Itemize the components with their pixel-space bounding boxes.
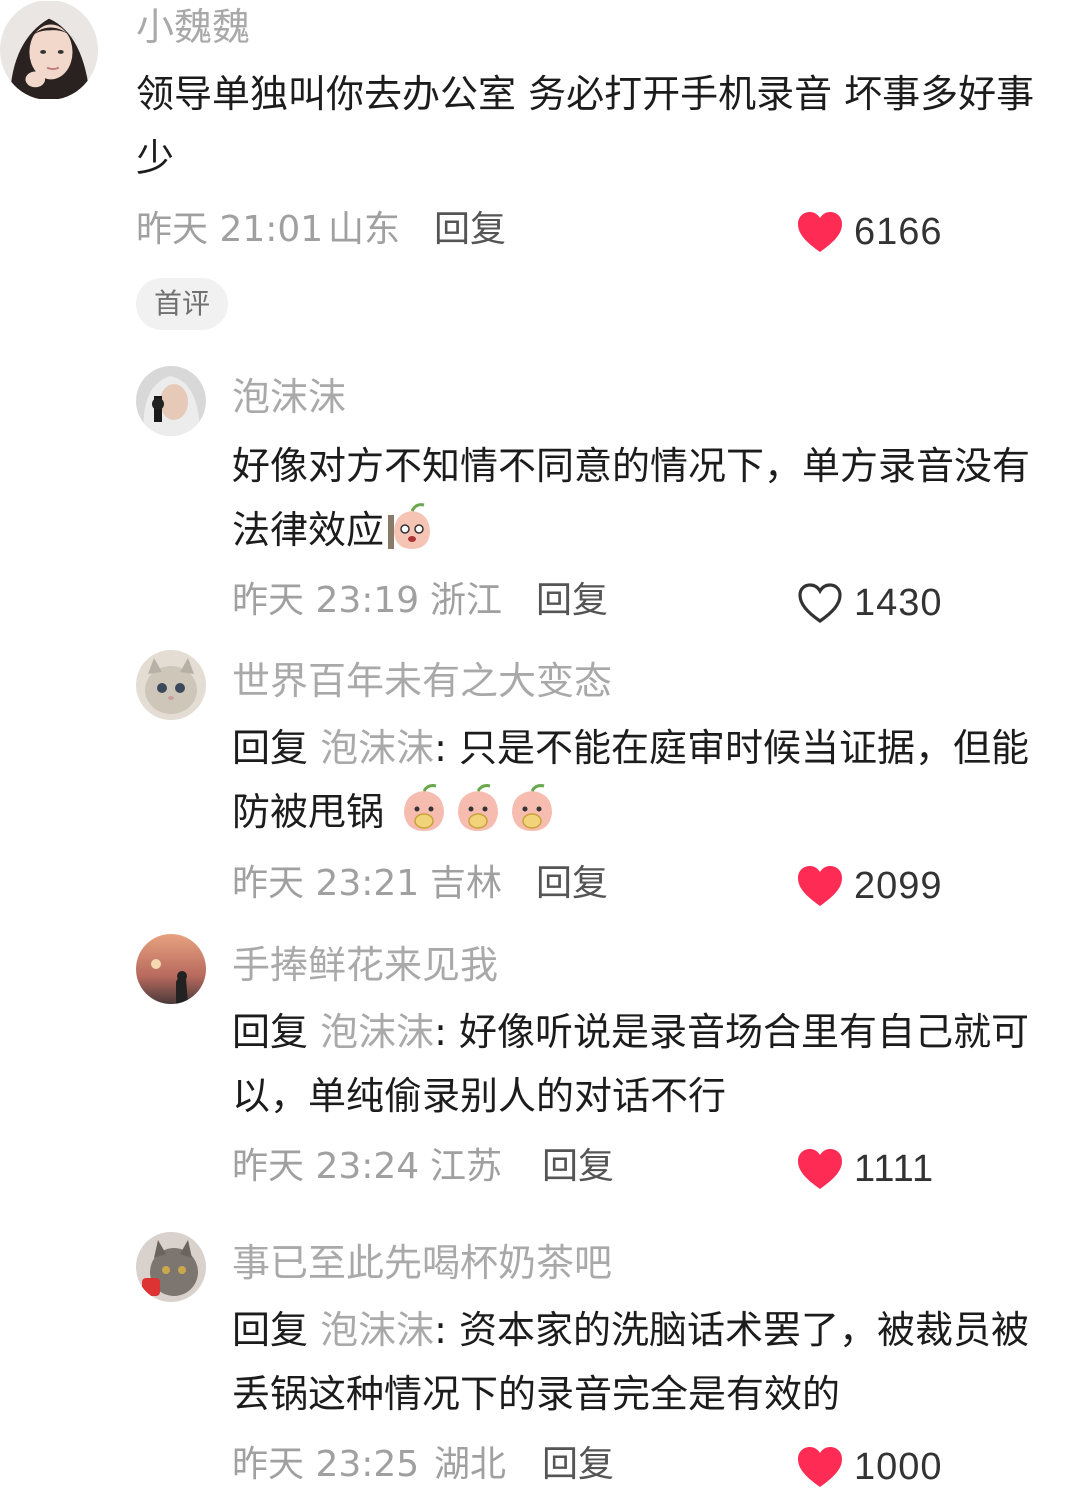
- like-button[interactable]: 1000: [796, 1445, 943, 1489]
- comment-text: 回复 泡沫沫: 好像听说是录音场合里有自己就可以，单纯偷录别人的对话不行: [232, 1000, 1062, 1128]
- avatar[interactable]: [136, 366, 206, 436]
- comment-text: 回复 泡沫沫: 资本家的洗脑话术罢了，被裁员被丢锅这种情况下的录音完全是有效的: [232, 1298, 1062, 1426]
- heart-filled-icon: [796, 864, 844, 908]
- reply-button[interactable]: 回复: [542, 1447, 614, 1483]
- avatar[interactable]: [0, 0, 98, 100]
- peach-drinking-emoji-icon: [398, 783, 450, 835]
- username[interactable]: 手捧鲜花来见我: [232, 946, 498, 984]
- heart-filled-icon: [796, 1147, 844, 1191]
- reply-target-username[interactable]: 泡沫沫: [320, 726, 434, 770]
- username[interactable]: 泡沫沫: [232, 378, 346, 416]
- reply-button[interactable]: 回复: [536, 583, 608, 619]
- reply-prefix: 回复: [232, 726, 309, 770]
- first-comment-badge: 首评: [136, 278, 229, 330]
- reply-target-username[interactable]: 泡沫沫: [320, 1010, 434, 1054]
- peach-drinking-emoji-icon: [452, 783, 504, 835]
- username[interactable]: 事已至此先喝杯奶茶吧: [232, 1244, 612, 1282]
- comment-location: 湖北: [434, 1444, 507, 1485]
- reply-prefix: 回复: [232, 1308, 309, 1352]
- comment-time: 昨天 21:01: [136, 209, 324, 250]
- comment-location: 山东: [328, 209, 401, 250]
- like-count: 1111: [854, 1148, 935, 1190]
- comment-time: 昨天 23:21: [232, 863, 420, 904]
- reply-button[interactable]: 回复: [536, 866, 608, 902]
- comment-text: 领导单独叫你去办公室 务必打开手机录音 坏事多好事少: [136, 72, 1035, 180]
- avatar[interactable]: [136, 650, 206, 720]
- like-count: 1430: [854, 582, 943, 624]
- peach-shocked-emoji-icon: [386, 501, 438, 553]
- like-button[interactable]: 6166: [796, 210, 943, 254]
- comment-location: 吉林: [430, 863, 503, 904]
- comment-location: 江苏: [430, 1146, 503, 1187]
- reply-button[interactable]: 回复: [434, 212, 506, 248]
- like-count: 1000: [854, 1446, 943, 1488]
- like-button[interactable]: 2099: [796, 864, 943, 908]
- comment-time: 昨天 23:19: [232, 580, 420, 621]
- reply-prefix: 回复: [232, 1010, 309, 1054]
- username[interactable]: 世界百年未有之大变态: [232, 662, 612, 700]
- heart-outline-icon: [796, 581, 844, 625]
- username[interactable]: 小魏魏: [136, 8, 250, 46]
- comment-time: 昨天 23:24: [232, 1146, 420, 1187]
- heart-filled-icon: [796, 210, 844, 254]
- comment-text: 回复 泡沫沫: 只是不能在庭审时候当证据，但能防被甩锅: [232, 716, 1062, 844]
- reply-button[interactable]: 回复: [542, 1149, 614, 1185]
- reply-target-username[interactable]: 泡沫沫: [320, 1308, 434, 1352]
- peach-drinking-emoji-icon: [506, 783, 558, 835]
- like-button[interactable]: 1430: [796, 581, 943, 625]
- comment-time: 昨天 23:25: [232, 1444, 420, 1485]
- avatar[interactable]: [136, 1232, 206, 1302]
- comment-location: 浙江: [430, 580, 503, 621]
- heart-filled-icon: [796, 1445, 844, 1489]
- avatar[interactable]: [136, 934, 206, 1004]
- like-count: 6166: [854, 211, 943, 253]
- like-count: 2099: [854, 865, 943, 907]
- like-button[interactable]: 1111: [796, 1147, 934, 1191]
- comment-body: 好像对方不知情不同意的情况下，单方录音没有法律效应: [232, 444, 1031, 552]
- comment-text: 好像对方不知情不同意的情况下，单方录音没有法律效应: [232, 434, 1062, 562]
